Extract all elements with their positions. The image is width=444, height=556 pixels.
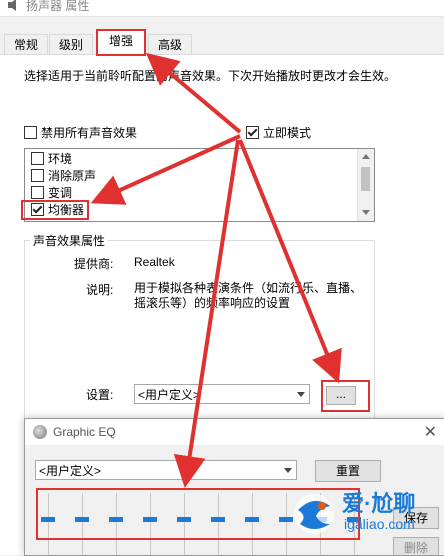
effect-label: 消除原声 <box>48 169 97 183</box>
watermark-logo: 爱·尬聊 igaliao.com <box>290 480 440 554</box>
enhancements-description: 选择适用于当前聆听配置的声音效果。下次开始播放时更改才会生效。 <box>24 69 397 83</box>
chevron-down-icon <box>297 392 305 397</box>
checkbox-box <box>31 169 44 182</box>
setting-value: <用户定义> <box>138 388 201 402</box>
checkbox-box <box>31 152 44 165</box>
eq-app-icon <box>33 425 47 439</box>
setting-label: 设置: <box>86 388 114 402</box>
provider-label: 提供商: <box>74 257 114 271</box>
eq-title-bar: Graphic EQ ✕ <box>25 419 444 445</box>
checkbox-box-checked <box>246 126 259 139</box>
eq-preset-value: <用户定义> <box>39 464 102 478</box>
list-item-environment[interactable]: 环境 <box>31 151 72 168</box>
reset-label: 重置 <box>335 464 360 478</box>
annotation-box-equalizer <box>21 200 89 220</box>
list-scrollbar[interactable] <box>357 149 374 221</box>
group-label: 声音效果属性 <box>30 232 109 249</box>
disable-all-effects-checkbox[interactable]: 禁用所有声音效果 <box>24 124 137 141</box>
watermark-brand: 爱·尬聊 <box>342 491 416 516</box>
window-title: 扬声器 属性 <box>26 0 90 13</box>
scroll-up-icon[interactable] <box>362 154 370 159</box>
scroll-down-icon[interactable] <box>362 210 370 215</box>
watermark-url: igaliao.com <box>344 516 415 532</box>
setting-select[interactable]: <用户定义> <box>134 384 310 404</box>
description-label: 说明: <box>86 283 114 297</box>
chevron-down-icon <box>284 468 292 473</box>
annotation-box-tab <box>96 29 146 56</box>
effect-label: 环境 <box>48 152 73 166</box>
list-item-voice-cancel[interactable]: 消除原声 <box>31 168 96 185</box>
tab-general[interactable]: 常规 <box>4 34 48 55</box>
description-value: 用于模拟各种表演条件（如流行乐、直播、摇滚乐等）的频率响应的设置 <box>134 281 363 310</box>
provider-value: Realtek <box>134 255 175 269</box>
effect-label: 变调 <box>48 186 73 200</box>
annotation-box-more-button <box>321 380 370 412</box>
watermark-bird-icon <box>294 494 334 534</box>
disable-all-label: 禁用所有声音效果 <box>41 126 138 140</box>
eq-reset-button[interactable]: 重置 <box>315 460 381 482</box>
title-bar: 扬声器 属性 <box>0 0 444 17</box>
eq-title: Graphic EQ <box>53 425 116 439</box>
scroll-thumb[interactable] <box>361 167 370 191</box>
checkbox-box <box>24 126 37 139</box>
tab-advanced[interactable]: 高级 <box>148 34 192 55</box>
checkbox-box <box>31 186 44 199</box>
immediate-mode-checkbox[interactable]: 立即模式 <box>246 124 311 141</box>
tab-label: 高级 <box>157 38 182 52</box>
immediate-mode-label: 立即模式 <box>263 126 312 140</box>
tab-levels[interactable]: 级别 <box>49 34 93 55</box>
tab-label: 级别 <box>58 38 83 52</box>
speaker-icon <box>8 0 16 11</box>
close-icon[interactable]: ✕ <box>424 422 437 442</box>
tab-strip: 常规 级别 增强 高级 <box>0 30 444 56</box>
tab-label: 常规 <box>13 38 38 52</box>
eq-preset-select[interactable]: <用户定义> <box>35 460 297 480</box>
